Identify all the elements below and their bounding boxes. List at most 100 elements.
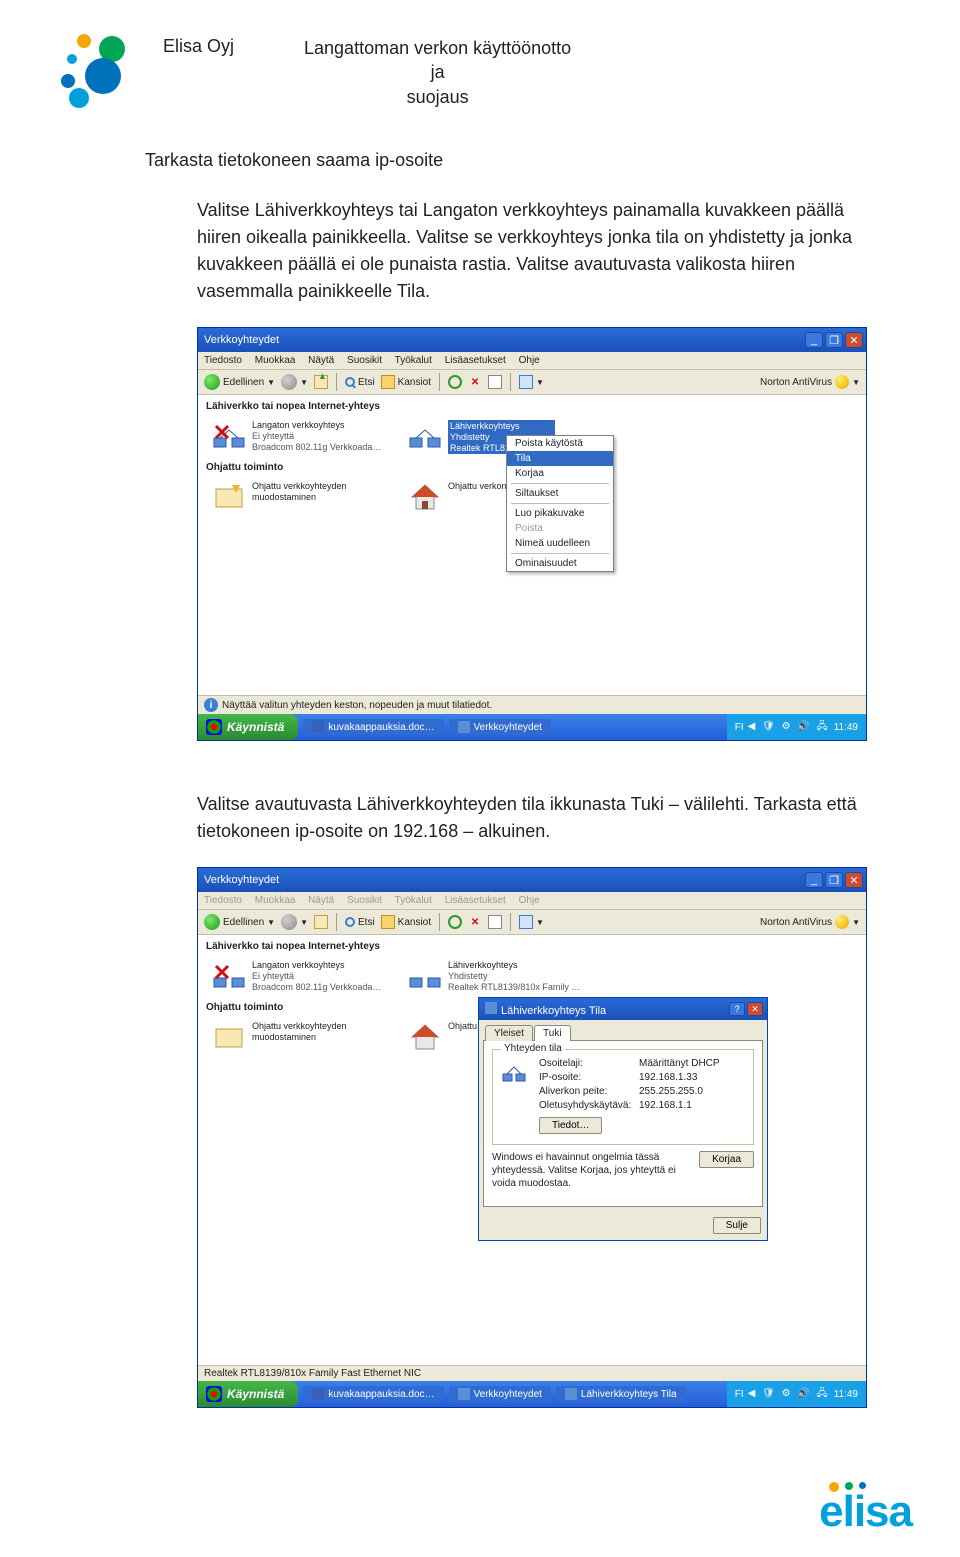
- up-button[interactable]: ▲: [314, 375, 328, 389]
- start-button-2[interactable]: Käynnistä: [198, 1381, 298, 1407]
- stop-icon-2[interactable]: ✕: [468, 915, 482, 929]
- forward-button-2[interactable]: ▼: [281, 914, 308, 930]
- close-button-2[interactable]: ✕: [845, 872, 863, 888]
- folders-button-2[interactable]: Kansiot: [381, 915, 431, 929]
- ctx-shortcut[interactable]: Luo pikakuvake: [507, 506, 613, 521]
- system-tray-2[interactable]: FI ◀ 🛡 ⚙ 🔊 🖧 11:49: [727, 1381, 866, 1407]
- views-button[interactable]: ▼: [519, 375, 544, 389]
- lang-indicator[interactable]: FI: [735, 722, 744, 733]
- minimize-button[interactable]: _: [805, 332, 823, 348]
- taskbar-item-doc-2[interactable]: kuvakaappauksia.doc…: [303, 1386, 443, 1402]
- value-addr-type: Määrittänyt DHCP: [639, 1058, 720, 1069]
- taskbar-item-doc[interactable]: kuvakaappauksia.doc…: [303, 719, 443, 735]
- window-titlebar-2[interactable]: Verkkoyhteydet _ ❐ ✕: [198, 868, 866, 892]
- paragraph-2: Valitse avautuvasta Lähiverkkoyhteyden t…: [197, 791, 865, 845]
- menu-help-2[interactable]: Ohje: [519, 895, 540, 906]
- lan-name-2: Lähiverkkoyhteys: [448, 960, 580, 971]
- search-button[interactable]: Etsi: [345, 377, 375, 388]
- menu-bar-2[interactable]: Tiedosto Muokkaa Näytä Suosikit Työkalut…: [198, 892, 866, 910]
- close-button[interactable]: ✕: [845, 332, 863, 348]
- menu-file-2[interactable]: Tiedosto: [204, 895, 242, 906]
- maximize-button-2[interactable]: ❐: [825, 872, 843, 888]
- ctx-properties[interactable]: Ominaisuudet: [507, 556, 613, 571]
- start-button[interactable]: Käynnistä: [198, 714, 298, 740]
- minimize-button-2[interactable]: _: [805, 872, 823, 888]
- system-tray[interactable]: FI ◀ 🛡 ⚙ 🔊 🖧 11:49: [727, 714, 866, 740]
- ctx-repair[interactable]: Korjaa: [507, 466, 613, 481]
- dialog-help-button[interactable]: ?: [729, 1002, 745, 1016]
- details-button[interactable]: Tiedot…: [539, 1117, 602, 1134]
- connection-lan-2[interactable]: Lähiverkkoyhteys Yhdistetty Realtek RTL8…: [408, 960, 588, 994]
- close-dialog-button[interactable]: Sulje: [713, 1217, 761, 1234]
- tab-general[interactable]: Yleiset: [485, 1025, 533, 1041]
- tray-icons[interactable]: ◀ 🛡 ⚙ 🔊 🖧: [748, 719, 830, 736]
- menu-favs[interactable]: Suosikit: [347, 355, 382, 366]
- menu-edit[interactable]: Muokkaa: [255, 355, 296, 366]
- menu-tools[interactable]: Työkalut: [395, 355, 432, 366]
- search-button-2[interactable]: Etsi: [345, 917, 375, 928]
- menu-file[interactable]: Tiedosto: [204, 355, 242, 366]
- wizard-new-connection[interactable]: Ohjattu verkkoyhteyden muodostaminen: [212, 481, 392, 515]
- search-icon-2: [345, 917, 355, 927]
- connection-wlan-2[interactable]: Langaton verkkoyhteys Ei yhteyttä Broadc…: [212, 960, 392, 994]
- dialog-titlebar[interactable]: Lähiverkkoyhteys Tila ? ✕: [479, 998, 767, 1020]
- views-button-2[interactable]: ▼: [519, 915, 544, 929]
- taskbar-item-net-2[interactable]: Verkkoyhteydet: [449, 1386, 551, 1402]
- norton-antivirus[interactable]: Norton AntiVirus▼: [760, 375, 860, 389]
- ctx-disable[interactable]: Poista käytöstä: [507, 436, 613, 451]
- clock-2: 11:49: [834, 1389, 858, 1400]
- menu-advanced-2[interactable]: Lisäasetukset: [445, 895, 506, 906]
- ctx-status[interactable]: Tila: [507, 451, 613, 466]
- menu-help[interactable]: Ohje: [519, 355, 540, 366]
- sync-icon-2[interactable]: [448, 915, 462, 929]
- back-button[interactable]: Edellinen▼: [204, 374, 275, 390]
- prop-icon[interactable]: [488, 375, 502, 389]
- menu-view-2[interactable]: Näytä: [308, 895, 334, 906]
- up-button-2[interactable]: [314, 915, 328, 929]
- lang-indicator-2[interactable]: FI: [735, 1389, 744, 1400]
- lan-name: Lähiverkkoyhteys: [450, 421, 553, 432]
- taskbar-2: Käynnistä kuvakaappauksia.doc… Verkkoyht…: [198, 1381, 866, 1407]
- menu-advanced[interactable]: Lisäasetukset: [445, 355, 506, 366]
- screenshot-1-window: Verkkoyhteydet _ ❐ ✕ Tiedosto Muokkaa Nä…: [197, 327, 867, 741]
- sync-icon[interactable]: [448, 375, 462, 389]
- menu-favs-2[interactable]: Suosikit: [347, 895, 382, 906]
- wizard-new-connection-2[interactable]: Ohjattu verkkoyhteyden muodostaminen: [212, 1021, 392, 1055]
- back-button-2[interactable]: Edellinen▼: [204, 914, 275, 930]
- menu-view[interactable]: Näytä: [308, 355, 334, 366]
- wizard-network-setup-2[interactable]: Ohjattu…: [408, 1021, 468, 1055]
- window-titlebar[interactable]: Verkkoyhteydet _ ❐ ✕: [198, 328, 866, 352]
- maximize-button[interactable]: ❐: [825, 332, 843, 348]
- value-ip: 192.168.1.33: [639, 1072, 697, 1083]
- repair-button[interactable]: Korjaa: [699, 1151, 754, 1168]
- value-mask: 255.255.255.0: [639, 1086, 703, 1097]
- connection-icon: [501, 1060, 527, 1086]
- connection-wlan[interactable]: Langaton verkkoyhteys Ei yhteyttä Broadc…: [212, 420, 392, 454]
- toolbar: Edellinen▼ ▼ ▲ Etsi Kansiot ✕ ▼ Norton A…: [198, 370, 866, 395]
- menu-bar[interactable]: Tiedosto Muokkaa Näytä Suosikit Työkalut…: [198, 352, 866, 370]
- toolbar-2: Edellinen▼ ▼ Etsi Kansiot ✕ ▼ Norton Ant…: [198, 910, 866, 935]
- dialog-close-button[interactable]: ✕: [747, 1002, 763, 1016]
- taskbar-item-status-2[interactable]: Lähiverkkoyhteys Tila: [556, 1386, 686, 1402]
- menu-edit-2[interactable]: Muokkaa: [255, 895, 296, 906]
- tab-support[interactable]: Tuki: [534, 1025, 571, 1041]
- connection-state-group: Yhteyden tila Osoitelaji:Määrittänyt DHC…: [492, 1049, 754, 1145]
- wizard2-icon-2: [408, 1021, 442, 1055]
- menu-tools-2[interactable]: Työkalut: [395, 895, 432, 906]
- ctx-rename[interactable]: Nimeä uudelleen: [507, 536, 613, 551]
- label-gateway: Oletusyhdyskäytävä:: [539, 1100, 639, 1111]
- group-legend: Yhteyden tila: [501, 1043, 565, 1054]
- section-network-2: Lähiverkko tai nopea Internet-yhteys: [198, 935, 866, 958]
- status-text-2: Realtek RTL8139/810x Family Fast Etherne…: [204, 1368, 421, 1379]
- lan-icon: [408, 420, 442, 454]
- context-menu: Poista käytöstä Tila Korjaa Siltaukset L…: [506, 435, 614, 572]
- ctx-bridge[interactable]: Siltaukset: [507, 486, 613, 501]
- prop-icon-2[interactable]: [488, 915, 502, 929]
- folders-button[interactable]: Kansiot: [381, 375, 431, 389]
- norton-antivirus-2[interactable]: Norton AntiVirus▼: [760, 915, 860, 929]
- stop-icon[interactable]: ✕: [468, 375, 482, 389]
- taskbar-item-net[interactable]: Verkkoyhteydet: [449, 719, 551, 735]
- forward-button[interactable]: ▼: [281, 374, 308, 390]
- label-mask: Aliverkon peite:: [539, 1086, 639, 1097]
- tray-icons-2[interactable]: ◀ 🛡 ⚙ 🔊 🖧: [748, 1386, 830, 1403]
